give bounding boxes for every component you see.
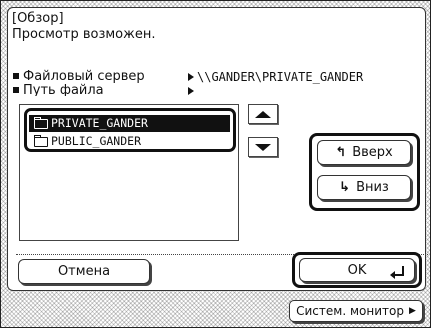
system-monitor-button[interactable]: Систем. монитор ▶ [289,300,423,322]
bullet-icon [13,86,19,93]
path-row: Путь файла [13,83,104,96]
arrow-up-icon: ↰ [335,145,347,160]
browse-panel: [Обзор] Просмотр возможен. Файловый серв… [7,7,428,291]
cancel-button[interactable]: Отмена [18,259,150,284]
up-label: Вверх [352,145,393,160]
triangle-up-icon [255,110,271,118]
file-server-value: \\GANDER\PRIVATE_GANDER [197,70,364,84]
chevron-right-icon: ▶ [408,306,416,316]
file-server-label: Файловый сервер [23,69,145,84]
status-text: Просмотр возможен. [12,27,156,42]
pointer-icon [188,86,194,95]
pointer-icon [188,72,194,81]
system-monitor-label: Систем. монитор [296,304,404,318]
list-highlight [24,108,236,152]
ok-button[interactable]: OK [299,258,415,282]
down-button[interactable]: ↳ Вниз [317,175,411,200]
screen: [Обзор] Просмотр возможен. Файловый серв… [0,0,431,328]
ok-label: OK [347,262,367,278]
path-label: Путь файла [23,83,104,96]
enter-icon [390,266,404,279]
path-value-row [188,83,197,96]
arrow-down-icon: ↳ [339,180,351,195]
down-label: Вниз [356,180,389,195]
scroll-up-button[interactable] [248,104,278,124]
scroll-down-button[interactable] [248,137,278,157]
file-server-value-row: \\GANDER\PRIVATE_GANDER [188,69,363,85]
up-button[interactable]: ↰ Вверх [317,140,411,165]
triangle-down-icon [255,143,271,151]
cancel-label: Отмена [57,264,111,279]
folder-list[interactable]: PRIVATE_GANDER PUBLIC_GANDER [19,104,239,241]
dialog-title: [Обзор] [12,11,64,26]
bullet-icon [13,72,19,79]
